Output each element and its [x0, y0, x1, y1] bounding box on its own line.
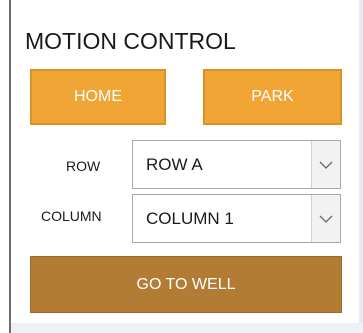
chevron-down-icon[interactable] [311, 195, 340, 242]
column-select-value: COLUMN 1 [146, 209, 234, 228]
chevron-down-icon [319, 161, 333, 169]
column-select[interactable]: COLUMN 1 [132, 194, 341, 243]
row-select[interactable]: ROW A [132, 140, 341, 189]
panel-title: MOTION CONTROL [25, 28, 236, 54]
go-to-well-button[interactable]: GO TO WELL [30, 256, 342, 313]
park-button[interactable]: PARK [203, 69, 342, 125]
chevron-down-icon [319, 215, 333, 223]
row-select-value: ROW A [146, 155, 203, 174]
motion-control-window: MOTION CONTROL HOME PARK ROW ROW A COLUM… [0, 0, 363, 333]
right-border [359, 0, 363, 333]
row-label: ROW [66, 158, 101, 174]
column-label: COLUMN [41, 208, 102, 224]
chevron-down-icon[interactable] [311, 141, 340, 188]
home-button[interactable]: HOME [30, 69, 166, 125]
bottom-border [11, 323, 363, 333]
